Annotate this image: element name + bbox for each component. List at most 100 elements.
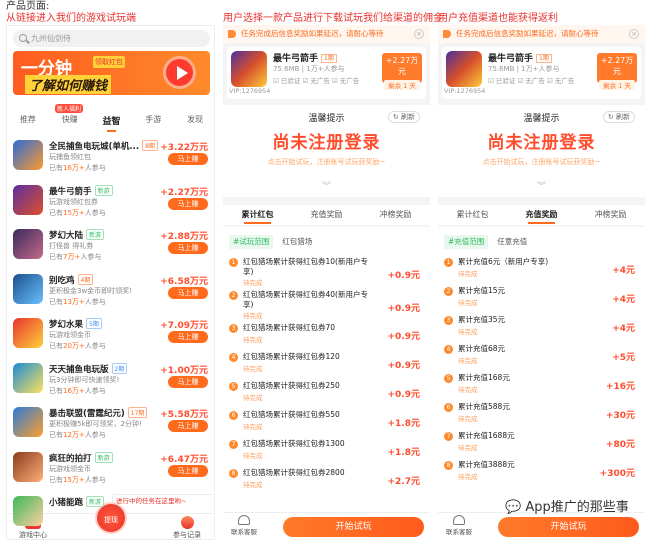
task-amount: +4元 — [612, 295, 635, 305]
filter-chip[interactable]: 任意充值 — [493, 235, 531, 249]
tab-0[interactable]: 推荐 — [7, 114, 49, 130]
refresh-button[interactable]: ↻ 刷新 — [387, 111, 420, 123]
start-trial-button[interactable]: 开始试玩 — [283, 517, 424, 537]
game-row[interactable]: 天天捕鱼电玩版 2期 玩3分钟即可快速领奖! 已有16万+人参与 +1.00万元 马上赚 — [11, 359, 214, 403]
task-amount: +0.9元 — [387, 361, 421, 371]
game-row[interactable]: 梦幻水果 5期 玩游戏领金币 已有20万+人参与 +7.09万元 马上赚 — [11, 314, 214, 358]
watermark-text: App推广的那些事 — [525, 500, 629, 515]
task-item: 2 红包猎场累计获得红包券40(新用户专享) 待完成 +0.9元 — [227, 290, 426, 320]
task-number: 8 — [229, 469, 238, 478]
reward-tab-1[interactable]: 充值奖励 — [507, 205, 576, 225]
task-list: #试玩范围 红包猎场 1 红包猎场累计获得红包券10(新用户专享) 待完成 +0.9元 2 红… — [223, 227, 430, 512]
game-name: 最牛弓箭手 1期 — [488, 51, 552, 64]
earn-now-button[interactable]: 马上赚 — [168, 375, 208, 388]
close-icon[interactable]: × — [414, 29, 424, 39]
tip-subtext: 点击开始试玩，注册账号试玩获奖励~ — [482, 158, 601, 166]
promo-banner[interactable]: 一分钟 领取红包 了解如何赚钱 — [13, 51, 210, 95]
filter-chip[interactable]: 红包猎场 — [278, 235, 316, 249]
game-name: 最牛弓箭手 新游 — [49, 184, 113, 197]
earn-now-button[interactable]: 马上赚 — [168, 464, 208, 477]
task-status: 待完成 — [243, 394, 263, 402]
chevron-down-icon[interactable]: ︾ — [438, 179, 645, 192]
task-amount: +0.9元 — [387, 332, 421, 342]
game-reward: +7.09万元 — [160, 321, 208, 331]
tab-2[interactable]: 益智 — [91, 114, 133, 132]
game-reward: +1.00万元 — [160, 365, 208, 376]
game-icon — [446, 51, 482, 87]
game-participants: 已有16万+人参与 — [49, 164, 106, 172]
game-reward: +2.27万元 — [160, 187, 208, 198]
login-status: 尚未注册登录 — [272, 133, 381, 153]
task-item: 2 累计充值15元 待完成 +4元 — [442, 286, 641, 312]
game-icon — [231, 51, 267, 87]
caption-recharge-note: 用户充值渠道也能获得返利 — [438, 13, 558, 24]
earn-now-button[interactable]: 马上赚 — [168, 420, 208, 432]
close-icon[interactable]: × — [629, 29, 639, 39]
remaining-days: 剩余 1 天 — [599, 80, 635, 90]
earn-now-button[interactable]: 马上赚 — [168, 242, 208, 254]
game-participants: 已有15万+人参与 — [49, 208, 106, 217]
task-item: 1 红包猎场累计获得红包券10(新用户专享) 待完成 +0.9元 — [227, 257, 426, 287]
task-number: 2 — [229, 291, 238, 300]
play-icon[interactable] — [163, 56, 196, 89]
task-text: 累计充值6元（新用户专享) — [458, 257, 549, 266]
task-amount: +80元 — [605, 440, 635, 450]
game-row[interactable]: 暴击联盟(雷霆纪元) 17期 更积极赚5k即可领奖，2分钟! 已有12万+人参与 +5.… — [11, 403, 214, 447]
caption-entry-note: 从链接进入我们的游戏试玩端 — [6, 13, 136, 24]
game-row[interactable]: 全民捕鱼电玩城(单机... 8期 玩捕鱼领红包 已有16万+人参与 +3.22万元 马上赚 — [11, 136, 214, 180]
task-amount: +5元 — [612, 353, 635, 363]
chevron-down-icon[interactable]: ︾ — [223, 179, 430, 192]
task-amount: +4元 — [612, 324, 635, 334]
tab-3[interactable]: 手游 — [132, 114, 174, 130]
game-participants: 已有7万+人参与 — [49, 253, 102, 261]
search-input[interactable]: 九州仙剑侍 — [13, 30, 210, 47]
earn-now-button[interactable]: 马上赚 — [168, 331, 208, 343]
reward-tab-1[interactable]: 充值奖励 — [292, 205, 361, 225]
task-amount: +0.9元 — [387, 271, 421, 281]
earn-now-button[interactable]: 马上赚 — [168, 153, 208, 165]
filter-chip[interactable]: #试玩范围 — [229, 235, 274, 249]
category-tabs: 推荐 快赚 益智 手游 发现 新人福利 — [7, 104, 214, 132]
game-row[interactable]: 疯狂的拍打 新游 玩游戏领金币 已有15万+人参与 +6.47万元 马上赚 — [11, 448, 214, 492]
game-icon — [13, 184, 43, 215]
task-detail-screen-trial: 任务完成后信息奖励如果延迟，请耐心等待 × VIP:1276954 最牛弓箭手 1期 75… — [223, 25, 430, 540]
game-row[interactable]: 梦幻大陆 新游 打怪兽 得礼券 已有7万+人参与 +2.88万元 马上赚 — [11, 225, 214, 269]
game-tag: 新游 — [94, 451, 113, 463]
game-row[interactable]: 最牛弓箭手 新游 玩游戏领红包券 已有15万+人参与 +2.27万元 马上赚 — [11, 181, 214, 225]
game-desc: 玩捕鱼领红包 — [49, 153, 91, 161]
reward-tab-2[interactable]: 冲榜奖励 — [361, 205, 430, 225]
tab-4[interactable]: 发现 — [174, 114, 214, 130]
game-reward: +6.58万元 — [160, 276, 208, 287]
customer-service-button[interactable]: 联系客服 — [444, 515, 474, 536]
start-trial-button[interactable]: 开始试玩 — [498, 517, 639, 537]
task-item: 4 累计充值68元 待完成 +5元 — [442, 344, 641, 370]
task-number: 4 — [229, 353, 238, 362]
customer-service-button[interactable]: 联系客服 — [229, 515, 259, 536]
game-participants: 已有15万+人参与 — [49, 475, 106, 484]
reward-tab-0[interactable]: 累计红包 — [438, 205, 507, 225]
task-list: #充值范围 任意充值 1 累计充值6元（新用户专享) 待完成 +4元 2 累计充值15元 待完成… — [438, 227, 645, 512]
notice-text: 任务完成后信息奖励如果延迟，请耐心等待 — [241, 29, 384, 38]
task-text: 累计充值68元 — [458, 344, 506, 353]
headset-icon — [238, 515, 250, 525]
reward-tab-2[interactable]: 冲榜奖励 — [576, 205, 645, 225]
task-item: 7 累计充值1688元 待完成 +80元 — [442, 431, 641, 457]
task-number: 1 — [229, 258, 238, 267]
refresh-button[interactable]: ↻ 刷新 — [602, 111, 635, 123]
tab-1[interactable]: 快赚 — [49, 114, 91, 130]
task-status: 待完成 — [243, 481, 263, 489]
task-item: 7 红包猎场累计获得红包券1300 待完成 +1.8元 — [227, 439, 426, 465]
earn-now-button[interactable]: 马上赚 — [168, 197, 208, 210]
game-row[interactable]: 别吃鸡 4期 更积极金3w金币即时领奖! 已有13万+人参与 +6.58万元 马上赚 — [11, 270, 214, 314]
game-participants: 已有12万+人参与 — [49, 431, 106, 439]
reward-tabs: 累计红包 充值奖励 冲榜奖励 — [223, 205, 430, 225]
game-row[interactable]: 小猪能跑 新游 — [11, 492, 214, 536]
reward-tab-0[interactable]: 累计红包 — [223, 205, 292, 225]
earn-now-button[interactable]: 马上赚 — [168, 286, 208, 299]
game-tag: 5期 — [86, 318, 102, 329]
game-name: 梦幻大陆 新游 — [49, 229, 105, 241]
notice-text: 任务完成后信息奖励如果延迟，请耐心等待 — [456, 29, 599, 38]
task-number: 2 — [444, 287, 453, 296]
filter-chip[interactable]: #充值范围 — [444, 235, 489, 249]
task-text: 红包猎场累计获得红包券1300 — [243, 439, 345, 448]
